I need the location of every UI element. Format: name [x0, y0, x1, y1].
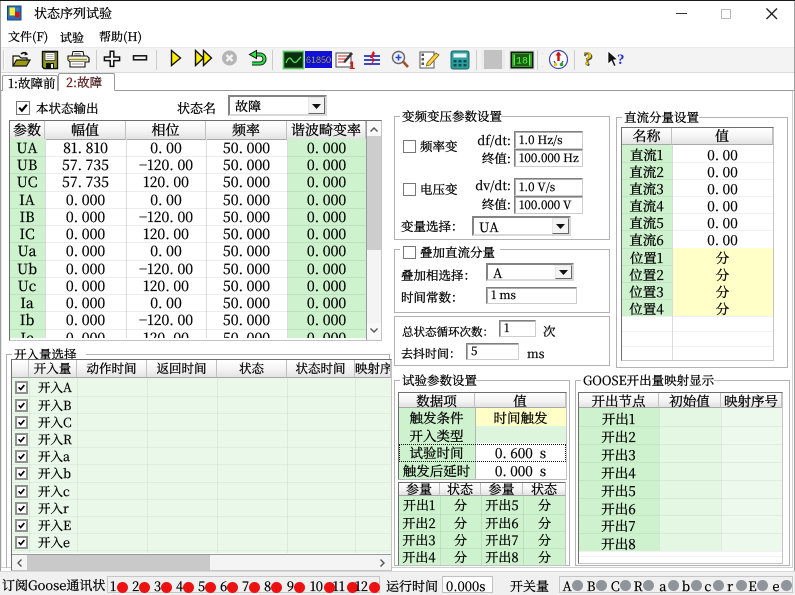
- svg-text:18: 18: [516, 57, 528, 68]
- svg-text:?: ?: [617, 52, 625, 68]
- svg-text:1: 1: [349, 60, 355, 72]
